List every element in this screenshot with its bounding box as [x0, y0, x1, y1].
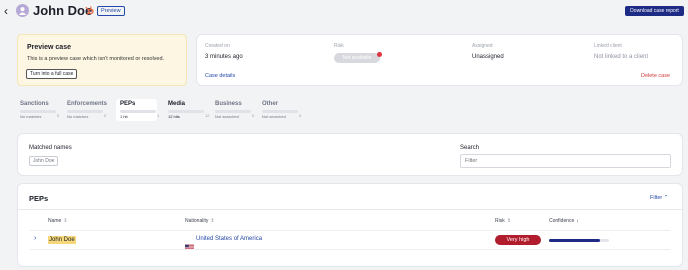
tab-peps[interactable]: PEPs 1 hit 1: [120, 101, 162, 121]
preview-case-panel: Preview case This is a preview case whic…: [17, 34, 187, 86]
user-avatar-icon: [16, 4, 29, 17]
column-header-label: Nationality: [185, 218, 209, 224]
search-label: Search: [460, 145, 480, 151]
tab-count: 0: [252, 113, 255, 118]
column-header-label: Risk: [495, 218, 505, 224]
matched-names-card: Matched names John Doe Search: [17, 133, 683, 176]
peps-section-title: PEPs: [29, 194, 49, 203]
tab-sanctions[interactable]: Sanctions No matches 0: [20, 101, 62, 121]
assigned-value[interactable]: Unassigned: [472, 54, 504, 60]
column-header-nationality[interactable]: Nationality ⇕: [185, 218, 215, 224]
created-on-label: Created on: [205, 43, 230, 49]
tab-count: 0: [299, 113, 302, 118]
tab-status: 12 hits: [168, 114, 180, 119]
tab-count: 0: [57, 113, 60, 118]
risk-alert-dot: [377, 52, 382, 57]
linked-client-value[interactable]: Not linked to a client: [594, 54, 648, 60]
filter-label: Filter: [650, 195, 663, 201]
preview-case-title: Preview case: [27, 44, 71, 51]
column-header-label: Name: [48, 218, 62, 224]
sort-icon: ⇕: [506, 218, 511, 224]
case-info-card: Created on 3 minutes ago Risk Not availa…: [196, 34, 683, 86]
matched-name-chip[interactable]: John Doe: [29, 156, 59, 166]
tab-count: 1: [157, 113, 160, 118]
row-name[interactable]: John Doe: [48, 236, 76, 244]
assigned-label: Assigned: [472, 43, 493, 49]
tab-progress-bar: [120, 110, 156, 113]
back-chevron-icon[interactable]: ‹: [4, 5, 8, 17]
case-details-link[interactable]: Case details: [205, 73, 235, 79]
tab-business[interactable]: Business Not searched 0: [215, 101, 257, 121]
chevron-right-icon[interactable]: ›: [34, 235, 36, 242]
tab-progress-bar: [67, 110, 103, 113]
column-header-confidence[interactable]: Confidence ↓: [549, 218, 579, 224]
confidence-fill: [549, 239, 600, 242]
tab-label: Media: [168, 101, 186, 107]
tab-label: Sanctions: [20, 101, 49, 107]
tab-status: Not searched: [215, 114, 239, 119]
download-case-report-button[interactable]: Download case report: [625, 6, 684, 16]
created-on-value: 3 minutes ago: [205, 54, 243, 60]
column-header-label: Confidence: [549, 218, 575, 224]
tab-label: Other: [262, 101, 279, 107]
peps-table-card: PEPs Filter ⌃ Name ⇕ Nationality ⇕ Risk ⇕ C…: [17, 183, 683, 267]
preview-case-description: This is a preview case which isn't monit…: [27, 56, 165, 62]
tab-progress-bar: [168, 110, 204, 113]
tab-count: 12: [205, 113, 210, 118]
tab-progress-bar: [20, 110, 56, 113]
risk-badge-very-high: Very high: [495, 235, 541, 245]
tab-status: No matches: [67, 114, 89, 119]
tab-other[interactable]: Other Not searched 0: [262, 101, 304, 121]
tab-status: Not searched: [262, 114, 286, 119]
tab-progress-bar: [262, 110, 298, 113]
tab-enforcements[interactable]: Enforcements No matches 0: [67, 101, 109, 121]
tab-media[interactable]: Media 12 hits 12: [168, 101, 210, 121]
tab-label: PEPs: [120, 101, 136, 107]
delete-case-link[interactable]: Delete case: [641, 73, 670, 79]
risk-status-badge: Not available: [334, 53, 380, 63]
sort-desc-icon: ↓: [576, 218, 579, 224]
tab-count: 0: [104, 113, 107, 118]
linked-client-label: Linked client: [594, 43, 622, 49]
column-header-risk[interactable]: Risk ⇕: [495, 218, 511, 224]
row-nationality[interactable]: United States of America: [196, 236, 262, 242]
tab-label: Business: [215, 101, 242, 107]
risk-label: Risk: [334, 43, 344, 49]
confidence-bar: [549, 239, 609, 242]
turn-into-full-case-button[interactable]: Turn into a full case: [26, 69, 78, 79]
divider: [18, 209, 682, 210]
tab-status: 1 hit: [120, 114, 128, 119]
chevron-up-icon: ⌃: [663, 195, 669, 201]
preview-tag: Preview: [97, 6, 125, 16]
sort-icon: ⇕: [63, 218, 68, 224]
tab-status: No matches: [20, 114, 42, 119]
column-header-name[interactable]: Name ⇕: [48, 218, 68, 224]
matched-names-label: Matched names: [29, 145, 72, 151]
sort-icon: ⇕: [210, 218, 215, 224]
filter-toggle[interactable]: Filter ⌃: [650, 195, 668, 201]
tab-label: Enforcements: [67, 101, 108, 107]
tab-progress-bar: [215, 110, 251, 113]
row-divider: [30, 249, 670, 250]
us-flag-icon: [185, 237, 194, 250]
hubspot-icon[interactable]: [84, 5, 95, 19]
search-input[interactable]: [460, 154, 671, 168]
